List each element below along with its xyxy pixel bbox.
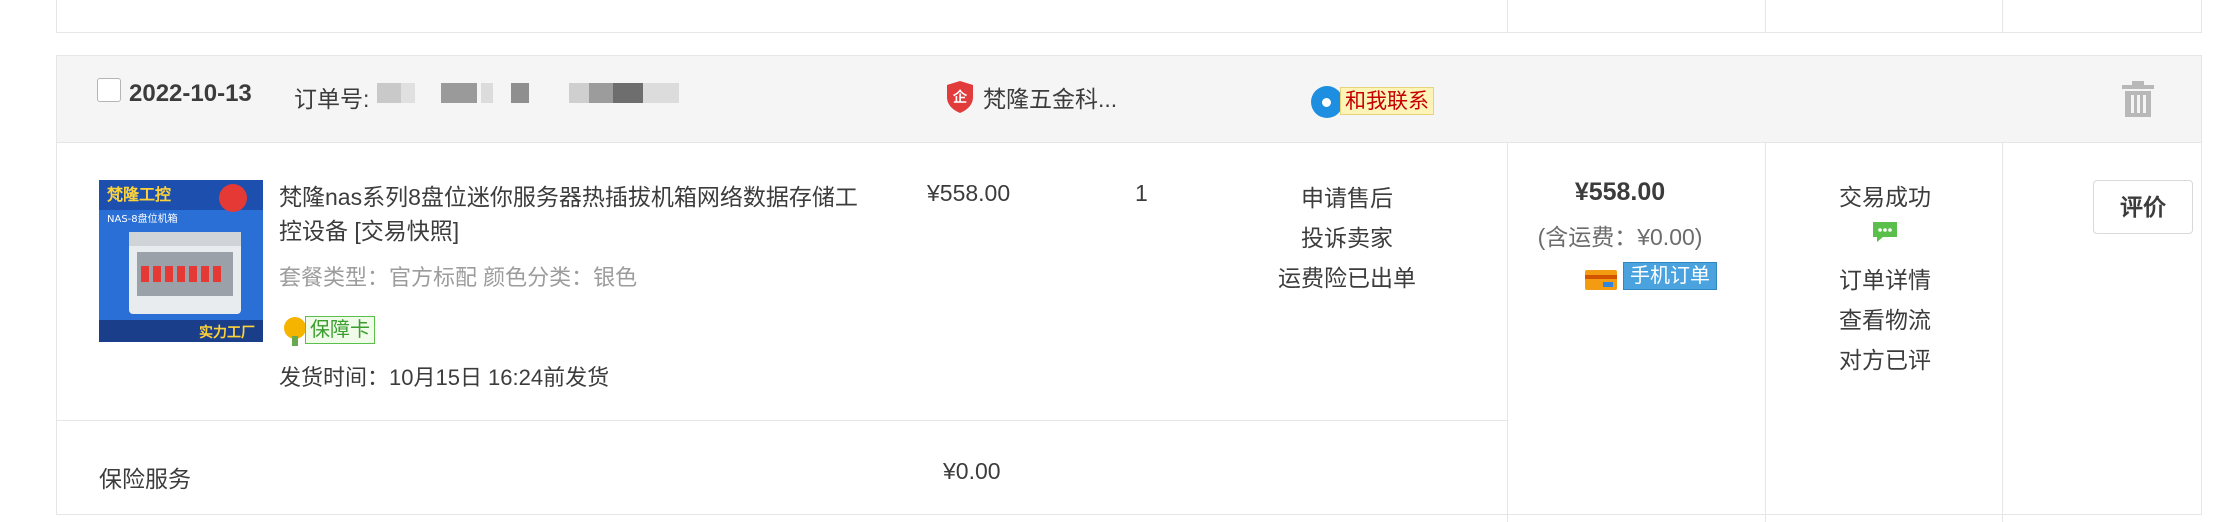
order-select-checkbox[interactable] <box>97 78 121 102</box>
product-properties: 套餐类型：官方标配 颜色分类：银色 <box>279 265 638 290</box>
shipping-time: 发货时间：10月15日 16:24前发货 <box>279 365 610 390</box>
svg-text:实力工厂: 实力工厂 <box>199 324 255 341</box>
svg-text:梵隆工控: 梵隆工控 <box>107 185 171 204</box>
mobile-order-tag: 手机订单 <box>1623 262 1717 290</box>
status-links: 订单详情 查看物流 对方已评 <box>1770 260 2000 380</box>
order-list: 2022-10-13 订单号: 企 梵隆五金科... 和我联系 梵隆工控 NAS… <box>0 0 2232 522</box>
complain-seller-link[interactable]: 投诉卖家 <box>1247 218 1447 258</box>
svg-text:NAS-8盘位机箱: NAS-8盘位机箱 <box>107 212 178 225</box>
shop-name-link[interactable]: 梵隆五金科... <box>983 80 1117 114</box>
order-date: 2022-10-13 <box>129 80 252 107</box>
insurance-service-label: 保险服务 <box>99 466 191 492</box>
product-title-link[interactable]: 梵隆nas系列8盘位迷你服务器热插拔机箱网络数据存储工控设备 [交易快照] <box>279 180 879 248</box>
guarantee-card-label: 保障卡 <box>305 316 375 344</box>
freight-insurance-link[interactable]: 运费险已出单 <box>1247 258 1447 298</box>
trade-status: 交易成功 <box>1839 184 1931 210</box>
svg-text:企: 企 <box>952 89 968 106</box>
freight-included: (含运费：¥0.00) <box>1537 224 1703 250</box>
column-divider <box>1765 142 1766 522</box>
column-divider <box>2002 0 2003 32</box>
shop-badge-icon: 企 <box>947 81 973 113</box>
view-logistics-link[interactable]: 查看物流 <box>1770 300 2000 340</box>
order-total: ¥558.00 <box>1574 178 1666 206</box>
column-divider <box>1765 0 1766 32</box>
column-divider <box>1507 0 1508 32</box>
contact-seller-button[interactable]: 和我联系 <box>1340 87 1434 115</box>
product-thumbnail[interactable]: 梵隆工控 NAS-8盘位机箱 实力工厂 <box>99 180 263 342</box>
review-button[interactable]: 评价 <box>2093 180 2193 234</box>
order-header: 2022-10-13 订单号: 企 梵隆五金科... 和我联系 <box>57 56 2201 143</box>
row-divider <box>57 420 1507 421</box>
buyer-rated-link[interactable]: 对方已评 <box>1770 340 2000 380</box>
order-detail-link[interactable]: 订单详情 <box>1770 260 2000 300</box>
insurance-price: ¥0.00 <box>943 458 1001 484</box>
apply-after-sales-link[interactable]: 申请售后 <box>1247 178 1447 218</box>
item-quantity: 1 <box>1135 180 1148 206</box>
item-price: ¥558.00 <box>927 180 1011 206</box>
order-number-label: 订单号: <box>294 86 370 112</box>
trash-icon[interactable] <box>2120 81 2156 119</box>
previous-order-bottom <box>56 0 2202 33</box>
wangwang-icon[interactable] <box>1311 86 1343 118</box>
payment-card-icon <box>1585 270 1617 290</box>
order-card: 2022-10-13 订单号: 企 梵隆五金科... 和我联系 梵隆工控 NAS… <box>56 55 2202 522</box>
column-divider <box>2002 142 2003 522</box>
chat-bubble-icon[interactable] <box>1871 220 1899 244</box>
item-operations: 申请售后 投诉卖家 运费险已出单 <box>1247 178 1447 298</box>
